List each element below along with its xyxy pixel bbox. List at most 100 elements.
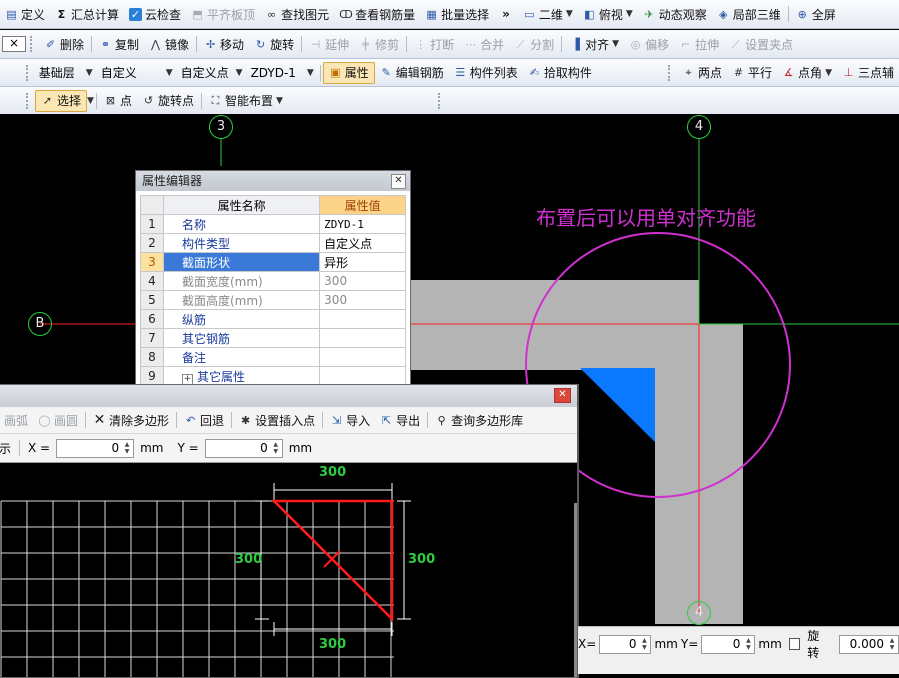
type-select[interactable]: 自定义点 ▼ bbox=[177, 64, 247, 82]
category-select[interactable]: 自定义 ▼ bbox=[97, 64, 177, 82]
rotate-point-button[interactable]: ↺ 旋转点 bbox=[137, 91, 199, 111]
spinner-icon[interactable]: ▲ ▼ bbox=[639, 637, 649, 652]
property-editor-title[interactable]: 属性编辑器 ✕ bbox=[136, 171, 410, 191]
polygon-canvas[interactable]: 300 300 300 300 bbox=[0, 463, 577, 677]
header-name: 属性名称 bbox=[162, 195, 321, 215]
select-button[interactable]: ➚ 选择 bbox=[35, 89, 88, 112]
offset-button[interactable]: ◎ 偏移 bbox=[624, 34, 674, 54]
align-icon: ▐ bbox=[571, 37, 580, 51]
dim-label-top: 300 bbox=[319, 465, 347, 480]
trim-button[interactable]: ╪ 修剪 bbox=[354, 34, 404, 54]
polygon-editor-close-button[interactable]: ✕ bbox=[554, 388, 571, 403]
property-row[interactable]: 2 构件类型 自定义点 bbox=[140, 233, 406, 253]
view-2d-button[interactable]: ▭ 二维 ▼ bbox=[518, 4, 578, 24]
merge-button[interactable]: ⋯ 合并 bbox=[459, 34, 509, 54]
two-point-button[interactable]: ⌖ 两点 bbox=[677, 63, 727, 83]
y-input[interactable]: 0 ▲ ▼ bbox=[204, 438, 283, 458]
floor-select[interactable]: 基础层 ▼ bbox=[35, 64, 97, 82]
view-rebar-button[interactable]: ↀ 查看钢筋量 bbox=[334, 4, 420, 24]
x-input[interactable]: 0 ▲ ▼ bbox=[56, 438, 135, 458]
insert-point-icon: ✱ bbox=[240, 413, 251, 427]
properties-button[interactable]: ▣ 属性 bbox=[322, 61, 375, 84]
separator bbox=[319, 64, 321, 81]
find-element-button[interactable]: ∞ 查找图元 bbox=[260, 4, 334, 24]
fullscreen-button[interactable]: ⊕ 全屏 bbox=[791, 4, 841, 24]
spinner-icon[interactable]: ▲ ▼ bbox=[271, 441, 281, 456]
main-toolbar: ▤ 定义 Σ 汇总计算 ✓ 云检查 ⬒ 平齐板顶 ∞ 查找图元 ↀ 查看钢筋量 ▦ 批量选择 … bbox=[0, 0, 899, 29]
rotate-input[interactable]: 0.000 ▲ ▼ bbox=[839, 634, 899, 654]
polygon-scrollbar[interactable] bbox=[574, 503, 577, 677]
property-row-selected[interactable]: 3 截面形状 异形 bbox=[140, 252, 406, 272]
chevron-down-icon[interactable]: ▼ bbox=[87, 96, 94, 106]
mirror-button[interactable]: ⋀ 镜像 bbox=[144, 34, 194, 54]
property-row[interactable]: 1 名称 ZDYD-1 bbox=[140, 214, 406, 234]
import-button[interactable]: ⇲ 导入 bbox=[325, 410, 375, 430]
rotate-button[interactable]: ↻ 旋转 bbox=[249, 34, 299, 54]
export-button[interactable]: ⇱ 导出 bbox=[375, 410, 425, 430]
expand-icon[interactable]: + bbox=[182, 373, 193, 385]
status-x-input[interactable]: 0 ▲ ▼ bbox=[599, 634, 652, 654]
spinner-icon[interactable]: ▲ ▼ bbox=[743, 637, 753, 652]
spinner-icon[interactable]: ▲ ▼ bbox=[887, 637, 897, 652]
property-table: 属性名称 属性值 1 名称 ZDYD-1 2 构件类型 自定义点 3 截面形状 异形 4 截面… bbox=[140, 195, 406, 385]
align-button[interactable]: ▐ 对齐 ▼ bbox=[564, 34, 624, 54]
point-button[interactable]: ⊠ 点 bbox=[99, 91, 137, 111]
top-view-button[interactable]: ◧ 俯视 ▼ bbox=[578, 4, 638, 24]
toolbar-grip bbox=[26, 64, 32, 81]
smart-layout-button[interactable]: ⛶ 智能布置 ▼ bbox=[204, 91, 288, 111]
batch-select-button[interactable]: ▦ 批量选择 bbox=[420, 4, 494, 24]
component-list-button[interactable]: ☰ 构件列表 bbox=[449, 63, 523, 83]
panel-close-button[interactable]: × bbox=[2, 36, 26, 52]
copy-button[interactable]: ⚭ 复制 bbox=[94, 34, 144, 54]
extend-button[interactable]: ⊣ 延伸 bbox=[304, 34, 354, 54]
axis-label-4-bottom: 4 bbox=[687, 601, 711, 625]
cloud-check-button[interactable]: ✓ 云检查 bbox=[124, 4, 186, 24]
polygon-editor-title[interactable]: ✕ bbox=[0, 385, 577, 407]
split-button[interactable]: ⟋ 分割 bbox=[509, 34, 559, 54]
set-grip-button[interactable]: ⟋ 设置夹点 bbox=[724, 34, 798, 54]
set-insert-point-button[interactable]: ✱ 设置插入点 bbox=[234, 410, 320, 430]
property-row[interactable]: 7 其它钢筋 bbox=[140, 328, 406, 348]
property-row[interactable]: 4 截面宽度(mm) 300 bbox=[140, 271, 406, 291]
component-list-icon: ☰ bbox=[455, 66, 466, 79]
property-row[interactable]: 9 + 其它属性 bbox=[140, 366, 406, 385]
level-board-button[interactable]: ⬒ 平齐板顶 bbox=[186, 4, 260, 24]
draw-arc-button[interactable]: 画弧 bbox=[0, 410, 33, 430]
status-y-input[interactable]: 0 ▲ ▼ bbox=[701, 634, 756, 654]
separator bbox=[19, 440, 21, 456]
parallel-button[interactable]: # 平行 bbox=[727, 63, 777, 83]
break-button[interactable]: ⋮ 打断 bbox=[409, 34, 459, 54]
rotate-checkbox[interactable] bbox=[788, 638, 801, 650]
undo-button[interactable]: ↶ 回退 bbox=[179, 410, 229, 430]
separator bbox=[95, 92, 97, 109]
draw-circle-button[interactable]: ◯ 画圆 bbox=[33, 410, 83, 430]
partial-3d-button[interactable]: ◈ 局部三维 bbox=[712, 4, 786, 24]
clear-polygon-button[interactable]: ✕ 清除多边形 bbox=[88, 410, 174, 430]
move-button[interactable]: ✢ 移动 bbox=[199, 34, 249, 54]
polygon-editor-window: ✕ 画弧 ◯ 画圆 ✕ 清除多边形 ↶ 回退 ✱ 设置插入点 ⇲ 导入 ⇱ 导出 ⚲ 查询多边… bbox=[0, 384, 579, 678]
component-select[interactable]: ZDYD-1 ▼ bbox=[247, 64, 318, 82]
dim-label-bottom: 300 bbox=[319, 637, 347, 652]
property-row[interactable]: 6 纵筋 bbox=[140, 309, 406, 329]
three-point-button[interactable]: ⊥ 三点辅 bbox=[837, 63, 899, 83]
delete-button[interactable]: ✐ 删除 bbox=[39, 34, 89, 54]
two-point-icon: ⌖ bbox=[685, 66, 692, 79]
property-editor-close-button[interactable]: ✕ bbox=[391, 174, 406, 189]
orbit-button[interactable]: ✈ 动态观察 bbox=[638, 4, 712, 24]
spinner-icon[interactable]: ▲ ▼ bbox=[122, 441, 132, 456]
dim-label-right: 300 bbox=[408, 552, 436, 567]
edit-rebar-button[interactable]: ✎ 编辑钢筋 bbox=[375, 63, 449, 83]
point-angle-button[interactable]: ∡ 点角 ▼ bbox=[777, 63, 837, 83]
pick-component-button[interactable]: ✍ 拾取构件 bbox=[523, 63, 597, 83]
property-row[interactable]: 8 备注 bbox=[140, 347, 406, 367]
separator bbox=[322, 412, 324, 428]
copy-icon: ⚭ bbox=[100, 37, 111, 51]
sum-calc-button[interactable]: Σ 汇总计算 bbox=[50, 4, 124, 24]
property-row[interactable]: 5 截面高度(mm) 300 bbox=[140, 290, 406, 310]
point-angle-icon: ∡ bbox=[783, 66, 794, 79]
define-button[interactable]: ▤ 定义 bbox=[0, 4, 50, 24]
toolbar-overflow[interactable]: » bbox=[494, 4, 518, 24]
separator bbox=[85, 412, 87, 428]
stretch-button[interactable]: ⌐ 拉伸 bbox=[674, 34, 724, 54]
query-polygon-library-button[interactable]: ⚲ 查询多边形库 bbox=[430, 410, 528, 430]
